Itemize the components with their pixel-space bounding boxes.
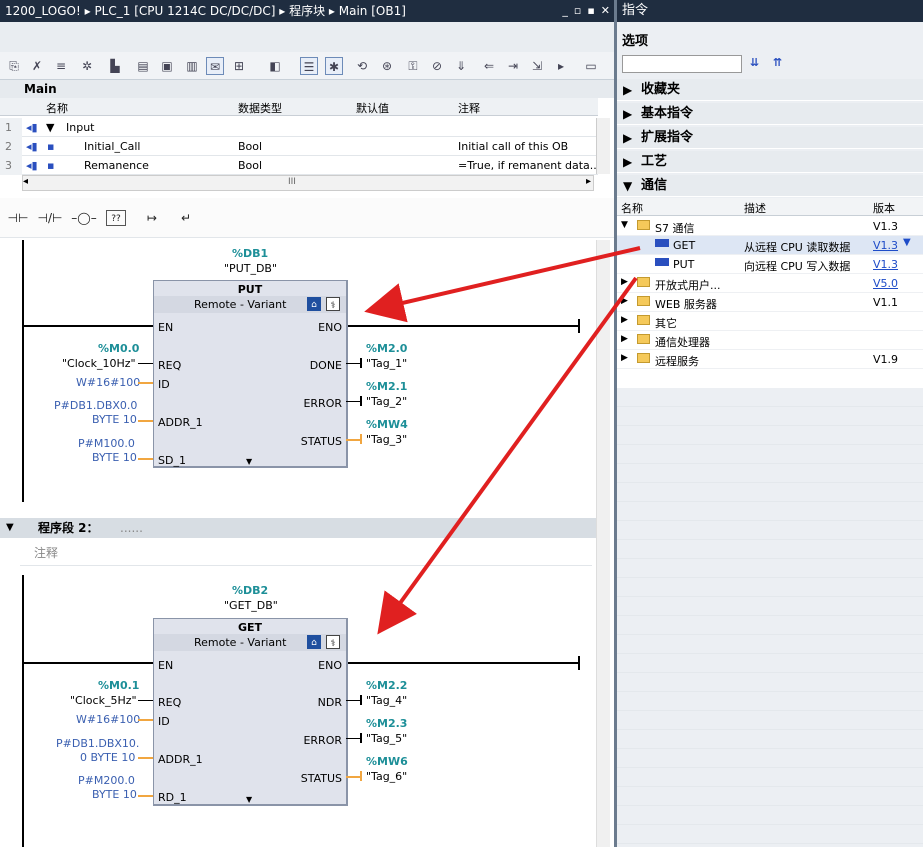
annotation-arrows — [364, 246, 641, 635]
arrow-to-put — [364, 246, 641, 323]
arrow-to-get — [377, 276, 638, 635]
